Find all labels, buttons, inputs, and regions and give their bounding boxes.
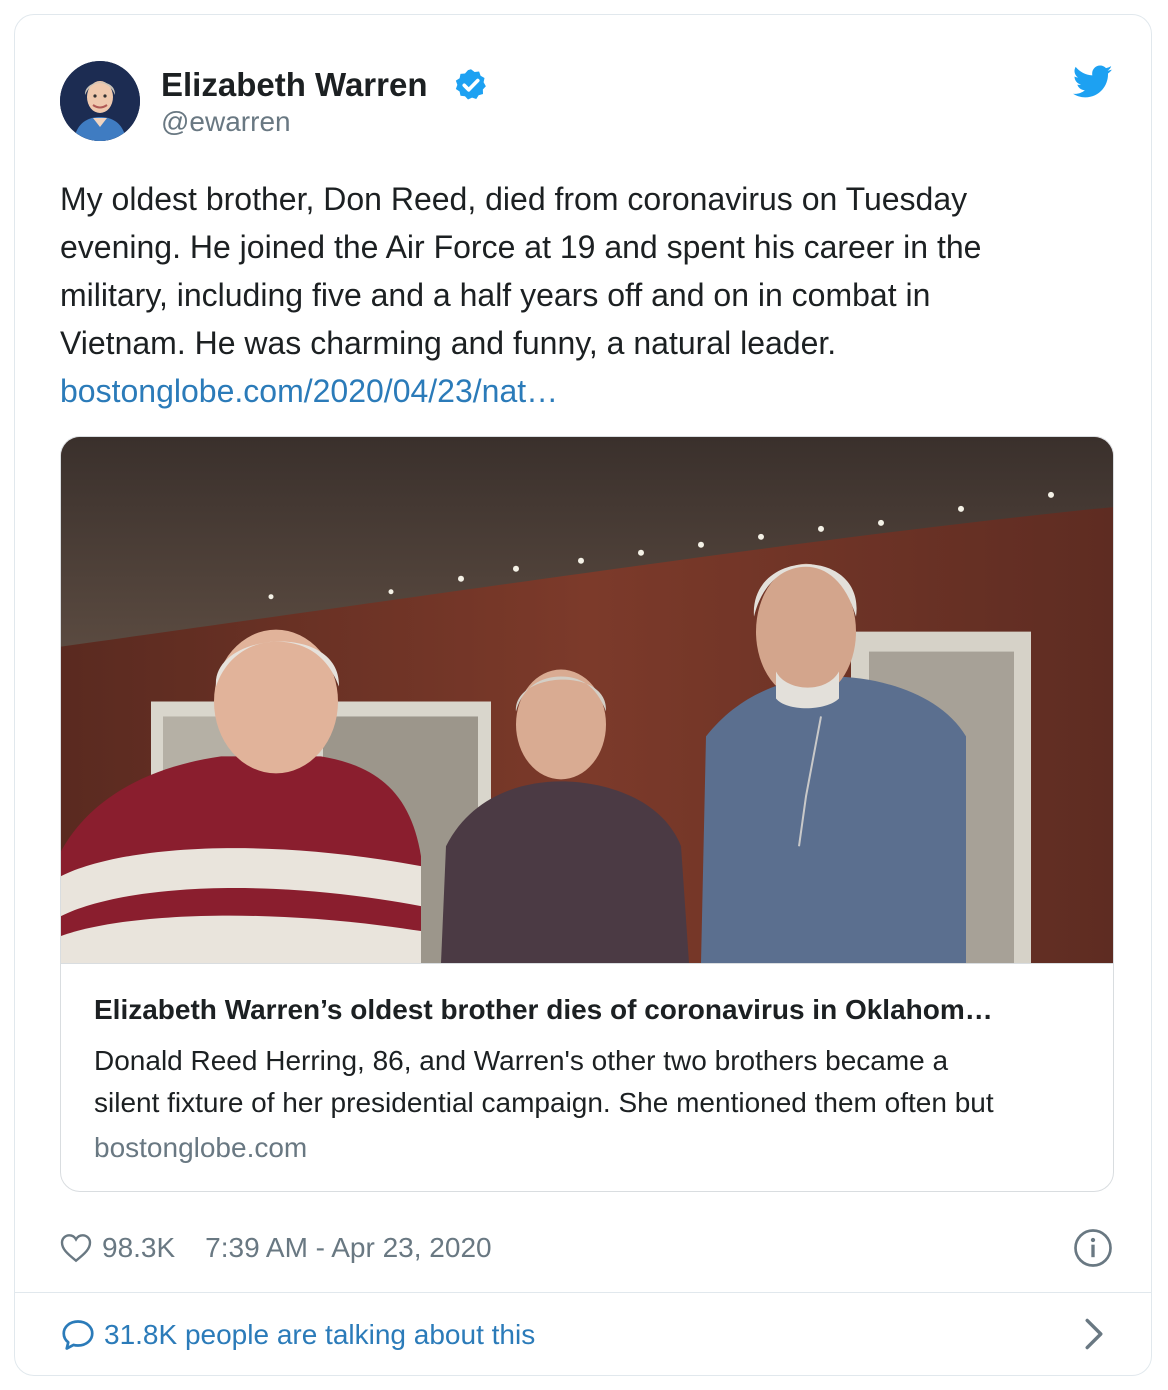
card-domain: bostonglobe.com [94, 1132, 308, 1163]
tweet-timestamp[interactable]: 7:39 AM - Apr 23, 2020 [205, 1232, 491, 1264]
tweet-footer: 98.3K 7:39 AM - Apr 23, 2020 [60, 1228, 492, 1268]
heart-icon[interactable] [60, 1233, 92, 1263]
divider [15, 1292, 1151, 1293]
verified-badge-icon [455, 69, 486, 100]
tweet-text-line: military, including five and a half year… [60, 277, 931, 313]
embedded-tweet: Elizabeth Warren @ewarren My oldest brot… [14, 14, 1152, 1376]
author-name[interactable]: Elizabeth Warren [161, 65, 428, 105]
tweet-text: My oldest brother, Don Reed, died from c… [60, 175, 1120, 415]
card-description-line: Donald Reed Herring, 86, and Warren's ot… [94, 1045, 949, 1076]
twitter-bird-icon[interactable] [1073, 65, 1113, 99]
info-icon[interactable] [1073, 1228, 1113, 1268]
tweet-text-line: Vietnam. He was charming and funny, a na… [60, 325, 837, 361]
conversation-label[interactable]: 31.8K people are talking about this [104, 1319, 535, 1351]
card-title[interactable]: Elizabeth Warren’s oldest brother dies o… [94, 992, 1084, 1028]
card-image[interactable] [61, 437, 1114, 964]
profile-photo-icon [60, 61, 140, 141]
card-description-line: silent fixture of her presidential campa… [94, 1087, 994, 1118]
tweet-text-line: evening. He joined the Air Force at 19 a… [60, 229, 982, 265]
conversation-link[interactable]: 31.8K people are talking about this [60, 1315, 535, 1355]
tweet-text-line: My oldest brother, Don Reed, died from c… [60, 181, 968, 217]
author-avatar[interactable] [60, 61, 140, 141]
link-preview-card[interactable]: Elizabeth Warren’s oldest brother dies o… [60, 436, 1114, 1192]
author-handle[interactable]: @ewarren [161, 104, 291, 140]
like-count[interactable]: 98.3K [102, 1232, 175, 1264]
speech-bubble-icon [62, 1320, 94, 1350]
tweet-link[interactable]: bostonglobe.com/2020/04/23/nat… [60, 367, 1120, 415]
chevron-right-icon[interactable] [1083, 1317, 1105, 1351]
card-description: Donald Reed Herring, 86, and Warren's ot… [94, 1040, 1084, 1124]
